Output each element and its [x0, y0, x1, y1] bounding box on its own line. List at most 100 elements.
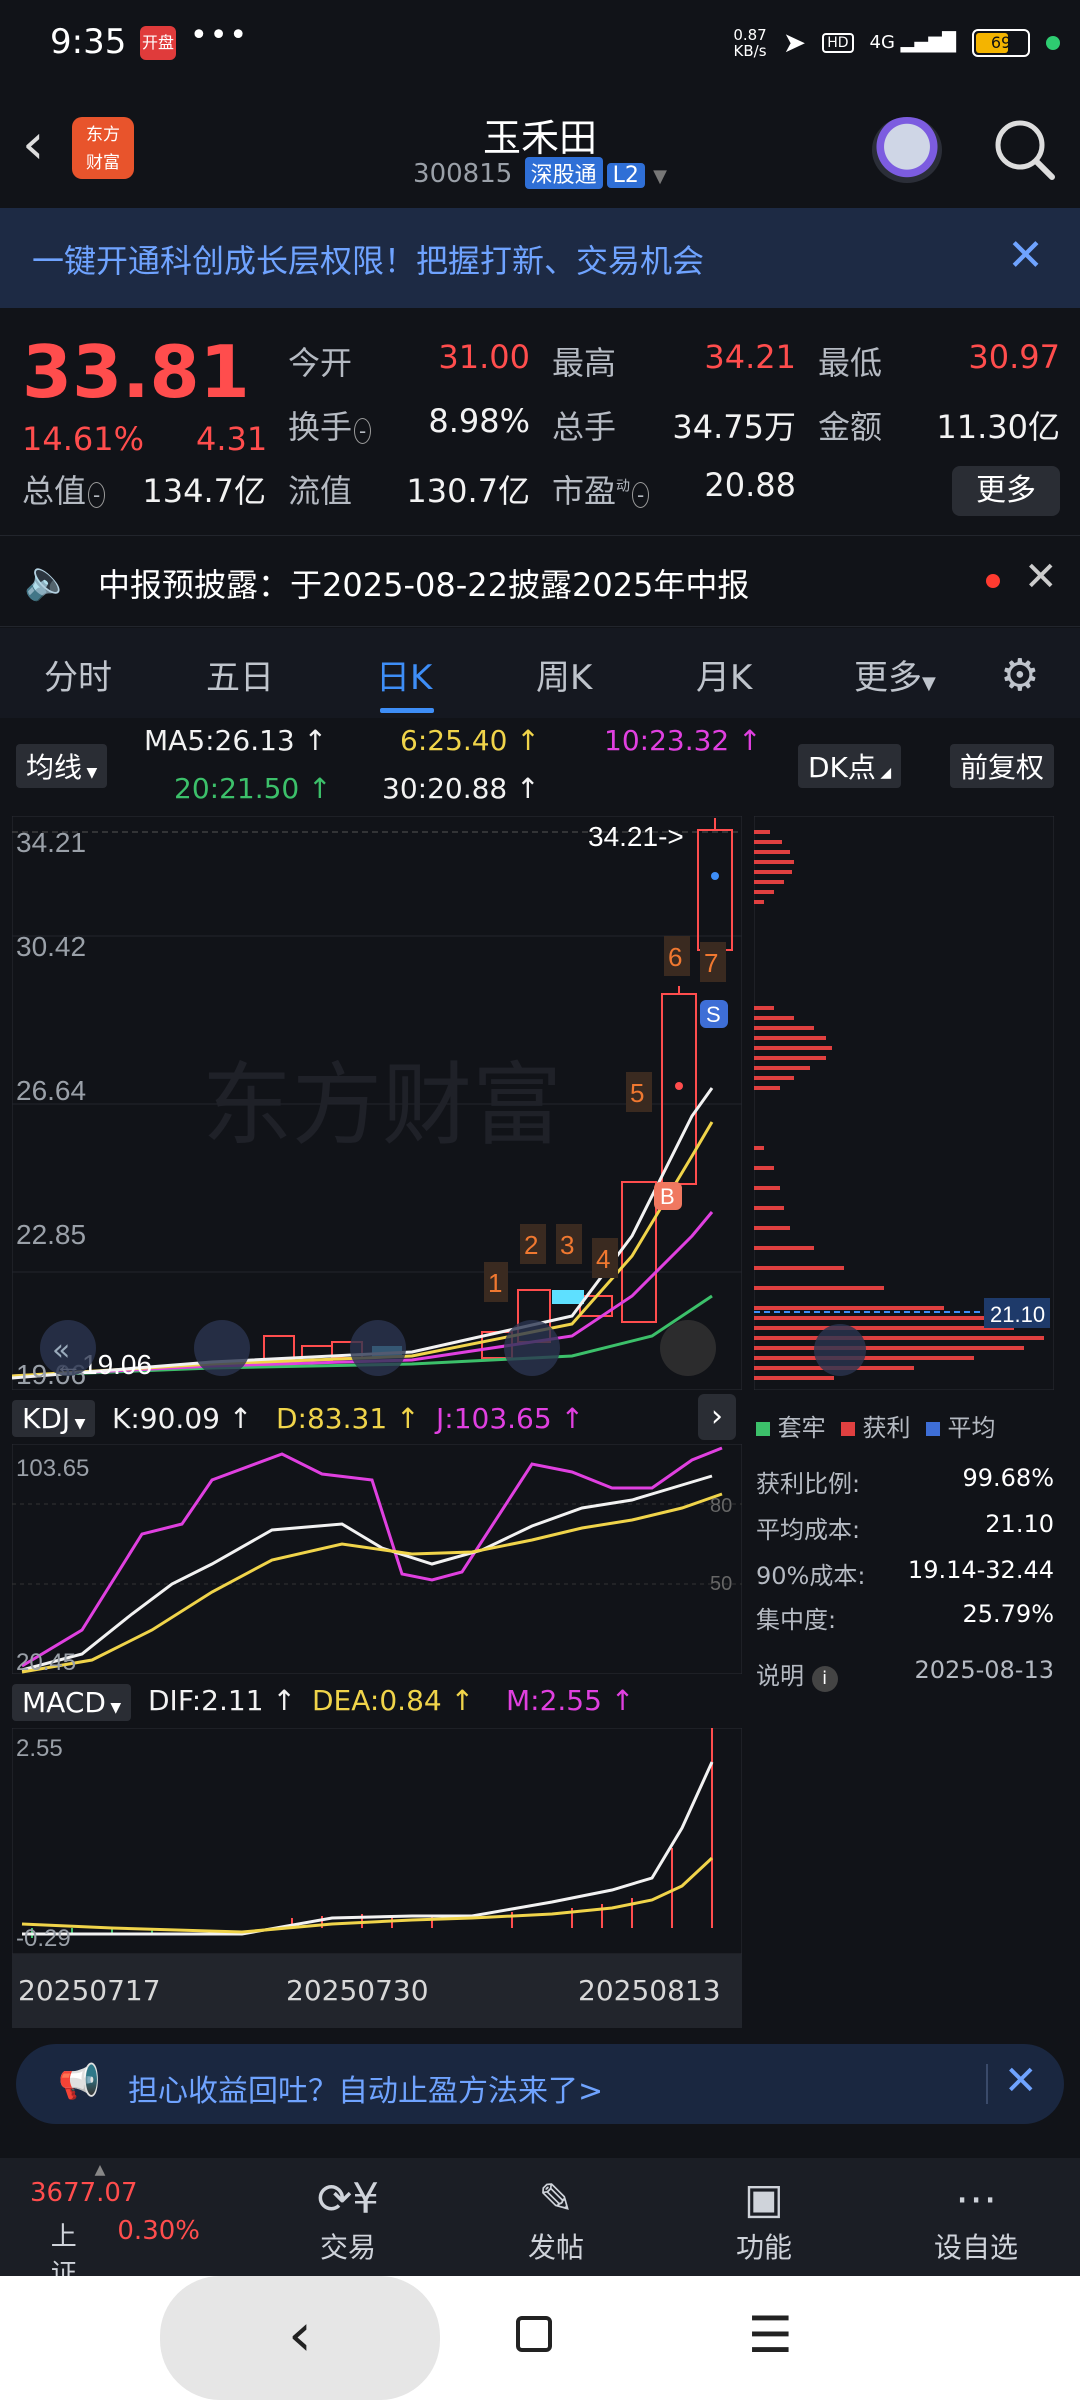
macd-dea: DEA:0.84 ↑: [312, 1684, 475, 1717]
period-tabs: 分时 五日 日K 周K 月K 更多▼ ⚙: [0, 628, 1080, 718]
bottom-nav: ▲ 3677.07 上证 0.30% ⟳¥ 交易 ✎ 发帖 ▣ 功能 ⋯ 设自选: [0, 2158, 1080, 2289]
info-icon[interactable]: -: [354, 418, 372, 444]
close-icon[interactable]: ✕: [1004, 2058, 1038, 2104]
macd-chart: 2.55 -0.29: [12, 1728, 742, 1954]
promo-bar[interactable]: 📢 担心收益回吐？自动止盈方法来了> ✕: [16, 2044, 1064, 2124]
info-icon[interactable]: -: [632, 482, 650, 508]
ma20-value: 20:21.50 ↑: [174, 772, 332, 805]
location-icon: ➤: [782, 26, 807, 59]
search-icon[interactable]: [990, 115, 1060, 185]
close-icon[interactable]: ✕: [1024, 554, 1058, 600]
nav-trade[interactable]: ⟳¥ 交易: [268, 2158, 428, 2276]
active-tab-indicator: [380, 708, 434, 713]
y-label: 26.64: [16, 1075, 86, 1106]
chip-distribution[interactable]: 21.10: [754, 816, 1054, 1390]
system-back-button[interactable]: ‹: [160, 2276, 440, 2400]
next-icon[interactable]: [660, 1320, 716, 1376]
kdj-chart: 103.65 20.45 80 50: [12, 1444, 742, 1674]
system-nav-bar: ‹ ☰: [0, 2276, 1080, 2400]
kdj-y-top: 103.65: [16, 1455, 89, 1482]
y-label: 30.42: [16, 931, 86, 962]
signal-7: 7: [704, 948, 718, 978]
chip-avg-label: 平均成本:: [756, 1516, 861, 1544]
signal-6: 6: [668, 942, 682, 972]
stat-value-amount: 11.30亿: [936, 408, 1060, 446]
signal-1: 1: [488, 1268, 502, 1298]
chip-concentration-value: 25.79%: [962, 1600, 1054, 1628]
kdj-select[interactable]: KDJ ▼: [12, 1400, 96, 1437]
chevron-right-icon[interactable]: ›: [698, 1394, 736, 1440]
more-stats-button[interactable]: 更多: [952, 466, 1060, 516]
nav-post[interactable]: ✎ 发帖: [476, 2158, 636, 2276]
chip-note[interactable]: 说明 i: [756, 1656, 838, 1692]
notice-text[interactable]: 中报预披露：于2025-08-22披露2025年中报: [98, 560, 749, 606]
status-bar: 9:35 开盘 ••• 0.87 KB/s ➤ HD 4G ▂▄▆█ 69: [0, 0, 1080, 95]
chip-profit-label: 获利比例:: [756, 1470, 861, 1498]
kdj-d: D:83.31 ↑: [276, 1402, 420, 1435]
stat-value-market-cap: 134.7亿: [142, 472, 266, 510]
quote-panel: 33.81 14.61% 4.31 今开 31.00 最高 34.21 最低 3…: [0, 310, 1080, 530]
info-icon[interactable]: -: [88, 482, 106, 508]
stat-value-float-cap: 130.7亿: [406, 472, 530, 510]
unread-dot: [986, 574, 1000, 588]
connect-tag: 深股通: [524, 157, 603, 189]
hd-icon: HD: [822, 32, 854, 53]
system-home-button[interactable]: [516, 2316, 552, 2352]
banner-text[interactable]: 一键开通科创成长层权限！把握打新、交易机会: [32, 236, 704, 282]
ma10-value: 10:23.32 ↑: [604, 724, 762, 757]
tab-intraday[interactable]: 分时: [44, 650, 112, 699]
privacy-dot: [1046, 35, 1060, 50]
date-label: 20250717: [18, 1974, 161, 2007]
more-circle-icon: ⋯: [955, 2174, 997, 2223]
macd-m: M:2.55 ↑: [506, 1684, 635, 1717]
notice-bar[interactable]: 🔈 中报预披露：于2025-08-22披露2025年中报 ✕: [0, 535, 1080, 627]
tab-weekly-k[interactable]: 周K: [536, 650, 592, 699]
tab-five-day[interactable]: 五日: [206, 650, 274, 699]
date-label: 20250813: [578, 1974, 721, 2007]
index-ticker[interactable]: ▲ 3677.07 上证 0.30%: [0, 2158, 200, 2289]
megaphone-icon: 📢: [58, 2062, 101, 2102]
assistant-robot-icon[interactable]: [872, 117, 942, 183]
info-icon[interactable]: i: [811, 1666, 838, 1692]
kdj-y-bottom: 20.45: [16, 1649, 76, 1674]
nav-functions[interactable]: ▣ 功能: [684, 2158, 844, 2276]
buy-tag: B: [660, 1184, 675, 1209]
zoom-out-icon[interactable]: [194, 1320, 250, 1376]
nav-add-watchlist[interactable]: ⋯ 设自选: [896, 2158, 1056, 2276]
tab-more[interactable]: 更多▼: [854, 650, 936, 699]
dk-point-button[interactable]: DK点 ◢: [798, 744, 902, 788]
chip-price-tag: 21.10: [990, 1302, 1045, 1327]
y-label: 34.21: [16, 827, 86, 858]
macd-select[interactable]: MACD ▼: [12, 1684, 132, 1721]
ma-select[interactable]: 均线 ▼: [16, 744, 108, 788]
gear-icon[interactable]: ⚙: [1000, 650, 1039, 701]
expand-icon[interactable]: [814, 1324, 866, 1376]
adjust-mode-button[interactable]: 前复权: [950, 744, 1055, 788]
stat-value-high: 34.21: [704, 338, 796, 376]
svg-text:«: «: [52, 1333, 70, 1368]
stat-label-amount: 金额: [818, 408, 883, 446]
chip-legend: 套牢 获利 平均: [756, 1408, 995, 1443]
prev-icon[interactable]: [504, 1320, 560, 1376]
promo-banner[interactable]: 一键开通科创成长层权限！把握打新、交易机会 ✕: [0, 208, 1080, 308]
chip-90-label: 90%成本:: [756, 1562, 866, 1590]
signal-3: 3: [560, 1230, 574, 1260]
stat-label-turnover: 换手 -: [288, 402, 372, 448]
stat-label-float-cap: 流值: [288, 472, 353, 510]
yuan-cycle-icon: ⟳¥: [317, 2174, 379, 2223]
promo-text[interactable]: 担心收益回吐？自动止盈方法来了>: [128, 2066, 603, 2110]
battery-icon: 69: [972, 28, 1030, 57]
stat-label-market-cap: 总值 -: [22, 466, 106, 512]
date-label: 20250730: [286, 1974, 429, 2007]
tab-monthly-k[interactable]: 月K: [696, 650, 752, 699]
chip-90-value: 19.14-32.44: [907, 1556, 1054, 1584]
chip-concentration-label: 集中度:: [756, 1606, 837, 1634]
macd-y-top: 2.55: [16, 1735, 63, 1762]
high-marker: 34.21->: [588, 821, 684, 852]
system-menu-button[interactable]: ☰: [748, 2306, 793, 2364]
tab-daily-k[interactable]: 日K: [376, 650, 432, 699]
zoom-in-icon[interactable]: [350, 1320, 406, 1376]
close-icon[interactable]: ✕: [1007, 230, 1044, 281]
kline-chart[interactable]: 东方财富 1 2 3 4 5 6 7 B S 34.21 30.42 26.64: [12, 816, 742, 1390]
stat-label-low: 最低: [818, 344, 883, 382]
